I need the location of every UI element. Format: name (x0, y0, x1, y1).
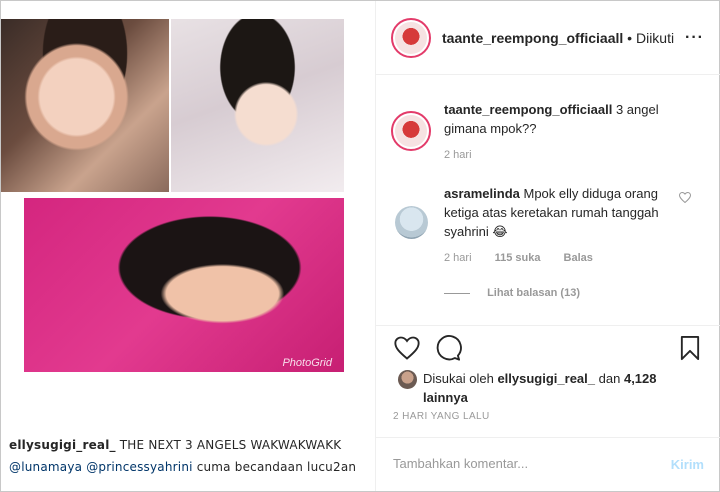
more-horizontal-icon[interactable]: ··· (685, 29, 704, 47)
post-sidebar: taante_reempong_officiaall • Diikuti ···… (375, 1, 720, 491)
post-photo-2[interactable] (171, 19, 344, 192)
comment-username[interactable]: taante_reempong_officiaall (444, 102, 612, 117)
caption-mention[interactable]: @lunamaya (9, 460, 82, 474)
post-photo-1[interactable] (1, 19, 169, 192)
caption-mention[interactable]: @princessyahrini (86, 460, 192, 474)
photogrid-watermark: PhotoGrid (282, 357, 332, 369)
view-replies-label: Lihat balasan (13) (487, 287, 580, 299)
likes-username[interactable]: ellysugigi_real_ (497, 371, 595, 386)
avatar[interactable] (395, 206, 428, 239)
comment-bubble-icon[interactable] (434, 334, 462, 362)
caption-rest: cuma becandaan lucu2an (196, 460, 357, 474)
header-username[interactable]: taante_reempong_officiaall (442, 30, 623, 46)
post-photo-3[interactable]: PhotoGrid (24, 198, 344, 372)
action-bar (376, 325, 720, 375)
avatar[interactable] (391, 18, 431, 58)
avatar[interactable] (398, 370, 417, 389)
reply-button[interactable]: Balas (564, 252, 593, 264)
caption-text: THE NEXT 3 ANGELS WAKWAKWAKK (119, 438, 342, 452)
caption-username[interactable]: ellysugigi_real_ (9, 438, 116, 452)
view-replies-button[interactable]: Lihat balasan (13) (444, 287, 580, 299)
post-date: 2 HARI YANG LALU (393, 411, 490, 422)
likes-text: Disukai oleh ellysugigi_real_ dan 4,128 … (423, 369, 663, 407)
caption-line-1: ellysugigi_real_ THE NEXT 3 ANGELS WAKWA… (9, 434, 356, 456)
likes-connector: dan (598, 371, 621, 386)
replies-line (444, 292, 470, 294)
add-comment-bar: Kirim (376, 437, 720, 491)
comment-1: taante_reempong_officiaall 3 angel giman… (444, 100, 704, 138)
avatar[interactable] (391, 111, 431, 151)
comment-time: 2 hari (444, 252, 472, 264)
post-header: taante_reempong_officiaall • Diikuti ··· (376, 1, 720, 75)
comment-like-icon[interactable] (678, 191, 692, 206)
header-separator: • (627, 30, 633, 46)
header-user: taante_reempong_officiaall • Diikuti (442, 30, 674, 46)
caption-line-2: @lunamaya @princessyahrini cuma becandaa… (9, 456, 356, 478)
heart-icon[interactable] (393, 334, 421, 362)
comment-username[interactable]: asramelinda (444, 186, 520, 201)
bookmark-icon[interactable] (676, 334, 704, 362)
post-caption: ellysugigi_real_ THE NEXT 3 ANGELS WAKWA… (9, 434, 356, 478)
comment-time: 2 hari (444, 149, 472, 161)
post-comment-button[interactable]: Kirim (671, 457, 704, 472)
comment-2: asramelinda Mpok elly diduga orang ketig… (444, 184, 674, 241)
likes-prefix: Disukai oleh (423, 371, 494, 386)
comment-meta: 2 hari 115 suka Balas (444, 252, 613, 264)
follow-button[interactable]: Diikuti (636, 30, 674, 46)
comment-input[interactable] (393, 456, 643, 471)
post-media-panel: PhotoGrid ellysugigi_real_ THE NEXT 3 AN… (1, 1, 375, 491)
comment-like-count[interactable]: 115 suka (495, 252, 541, 264)
